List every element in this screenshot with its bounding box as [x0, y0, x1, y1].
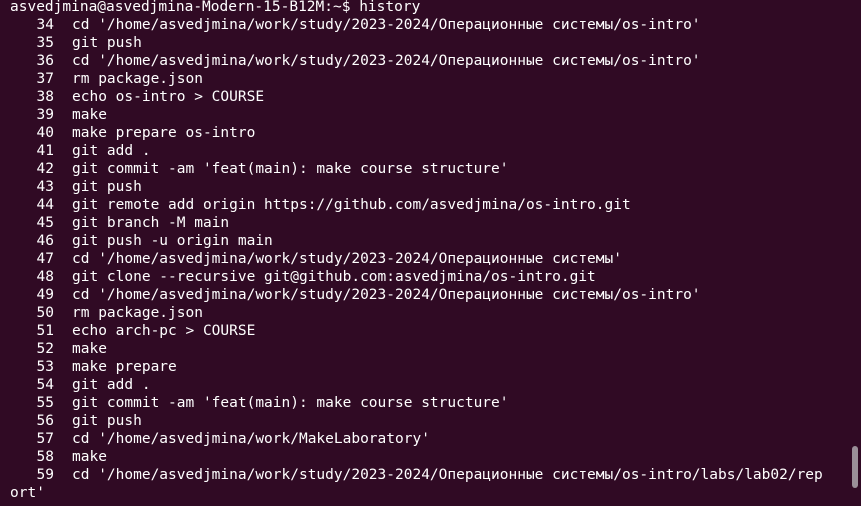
history-entry: 47 cd '/home/asvedjmina/work/study/2023-2… [10, 250, 845, 268]
history-command: cd '/home/asvedjmina/work/study/2023-202… [72, 251, 622, 267]
history-command: git push [72, 35, 142, 51]
wrapped-continuation: ort' [10, 485, 45, 501]
history-entry: 34 cd '/home/asvedjmina/work/study/2023-2… [10, 16, 845, 34]
history-number: 46 [36, 233, 54, 249]
history-number: 38 [36, 89, 54, 105]
history-number: 40 [36, 125, 54, 141]
history-command: make [72, 107, 107, 123]
history-entry: 37 rm package.json [10, 70, 845, 88]
history-command: rm package.json [72, 305, 203, 321]
history-command: make [72, 341, 107, 357]
history-entry: 53 make prepare [10, 358, 845, 376]
terminal-window[interactable]: asvedjmina@asvedjmina-Modern-15-B12M:~$ … [0, 0, 861, 506]
history-command: make [72, 449, 107, 465]
history-number: 36 [36, 53, 54, 69]
prompt-line: asvedjmina@asvedjmina-Modern-15-B12M:~$ … [10, 0, 421, 15]
history-number: 48 [36, 269, 54, 285]
history-number: 34 [36, 17, 54, 33]
history-number: 55 [36, 395, 54, 411]
history-command: git commit -am 'feat(main): make course … [72, 395, 509, 411]
terminal-scrollbar[interactable] [847, 0, 861, 506]
history-command: rm package.json [72, 71, 203, 87]
history-number: 57 [36, 431, 54, 447]
history-command: git branch -M main [72, 215, 230, 231]
history-command: git push [72, 179, 142, 195]
history-number: 54 [36, 377, 54, 393]
history-entry: 46 git push -u origin main [10, 232, 845, 250]
history-number: 56 [36, 413, 54, 429]
history-number: 49 [36, 287, 54, 303]
history-number: 59 [36, 467, 54, 483]
history-command: cd '/home/asvedjmina/work/study/2023-202… [72, 17, 701, 33]
history-entry: 38 echo os-intro > COURSE [10, 88, 845, 106]
history-command: cd '/home/asvedjmina/work/study/2023-202… [72, 467, 823, 483]
history-number: 58 [36, 449, 54, 465]
history-number: 50 [36, 305, 54, 321]
history-number: 39 [36, 107, 54, 123]
history-command: cd '/home/asvedjmina/work/study/2023-202… [72, 53, 701, 69]
history-number: 44 [36, 197, 54, 213]
history-number: 51 [36, 323, 54, 339]
history-command: make prepare os-intro [72, 125, 256, 141]
history-command: make prepare [72, 359, 177, 375]
history-entry: 41 git add . [10, 142, 845, 160]
history-number: 53 [36, 359, 54, 375]
history-number: 47 [36, 251, 54, 267]
history-entry: 58 make [10, 448, 845, 466]
history-command: git commit -am 'feat(main): make course … [72, 161, 509, 177]
history-number: 35 [36, 35, 54, 51]
scrollbar-thumb[interactable] [852, 446, 858, 488]
history-number: 45 [36, 215, 54, 231]
history-entry: 35 git push [10, 34, 845, 52]
history-entry: 59 cd '/home/asvedjmina/work/study/2023-2… [10, 466, 845, 484]
history-command: git push -u origin main [72, 233, 273, 249]
history-entry: 44 git remote add origin https://github.c… [10, 196, 845, 214]
history-entry: 42 git commit -am 'feat(main): make cours… [10, 160, 845, 178]
history-command: git clone --recursive git@github.com:asv… [72, 269, 596, 285]
history-number: 52 [36, 341, 54, 357]
history-command: git remote add origin https://github.com… [72, 197, 631, 213]
history-entry: 52 make [10, 340, 845, 358]
history-entry: 51 echo arch-pc > COURSE [10, 322, 845, 340]
history-entry: 56 git push [10, 412, 845, 430]
history-entry: 43 git push [10, 178, 845, 196]
history-entry: 50 rm package.json [10, 304, 845, 322]
history-entry: 45 git branch -M main [10, 214, 845, 232]
history-entry: 55 git commit -am 'feat(main): make cours… [10, 394, 845, 412]
history-entry: 40 make prepare os-intro [10, 124, 845, 142]
history-entry: 39 make [10, 106, 845, 124]
history-command: cd '/home/asvedjmina/work/study/2023-202… [72, 287, 701, 303]
history-number: 42 [36, 161, 54, 177]
history-command: echo os-intro > COURSE [72, 89, 265, 105]
history-entry: 57 cd '/home/asvedjmina/work/MakeLaborato… [10, 430, 845, 448]
history-command: echo arch-pc > COURSE [72, 323, 256, 339]
history-number: 37 [36, 71, 54, 87]
history-entry: 48 git clone --recursive git@github.com:a… [10, 268, 845, 286]
history-command: git add . [72, 143, 151, 159]
history-number: 41 [36, 143, 54, 159]
history-command: cd '/home/asvedjmina/work/MakeLaboratory… [72, 431, 430, 447]
terminal-output: asvedjmina@asvedjmina-Modern-15-B12M:~$ … [10, 0, 845, 502]
history-command: git push [72, 413, 142, 429]
history-command: git add . [72, 377, 151, 393]
history-entry: 54 git add . [10, 376, 845, 394]
history-entry: 36 cd '/home/asvedjmina/work/study/2023-2… [10, 52, 845, 70]
history-entry: 49 cd '/home/asvedjmina/work/study/2023-2… [10, 286, 845, 304]
history-number: 43 [36, 179, 54, 195]
